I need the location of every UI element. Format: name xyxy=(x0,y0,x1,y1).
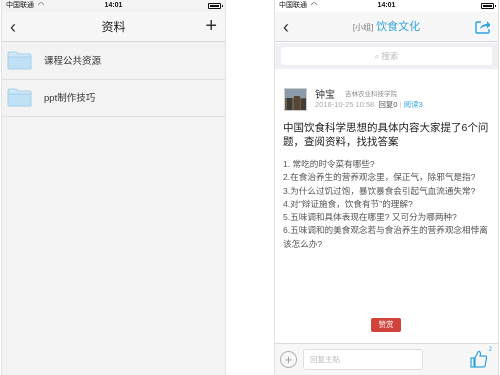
clock: 14:01 xyxy=(377,2,396,9)
nav-bar: ‹ 资料 + xyxy=(2,12,225,42)
divider xyxy=(2,116,225,117)
search-icon: ⌕ xyxy=(374,52,380,61)
file-name: 课程公共资源 xyxy=(44,56,102,67)
like-count: 2 xyxy=(488,347,492,353)
avatar-image xyxy=(285,89,306,110)
page-title: [小组] 饮食文化 xyxy=(315,12,458,43)
back-button[interactable]: ‹ xyxy=(10,16,16,38)
reply-input[interactable]: 回复主贴 xyxy=(303,349,423,370)
reply-count: 回复0 xyxy=(378,100,398,109)
post-title: 中国饮食科学思想的具体内容大家提了6个问题，查阅资料，找找答案 xyxy=(283,122,489,148)
author-school: 吉林农业科技学院 xyxy=(345,91,397,98)
share-icon[interactable] xyxy=(475,19,491,34)
reward-button[interactable]: 赞赏 xyxy=(371,318,401,332)
page-title: 资料 xyxy=(101,20,126,34)
post-meta: 2016-10-25 10:58 回复0 | 阅读3 xyxy=(315,100,423,109)
post-date: 2016-10-25 10:58 xyxy=(315,100,375,109)
question-item: 6.五味调和的美食观念若与食治养生的营养观念相悖离该怎么办? xyxy=(283,225,488,249)
group-tag: [小组] xyxy=(352,23,374,32)
nav-bar: ‹ [小组] 饮食文化 xyxy=(275,12,498,42)
post-body: 1. 常吃的时令菜有哪些? 2.在食治养生的营养观念里，保正气，除邪气是指? 3… xyxy=(283,158,488,251)
question-item: 2.在食治养生的营养观念里，保正气，除邪气是指? xyxy=(283,172,476,183)
status-bar: 中国联通 ◠ 14:01 xyxy=(2,0,225,12)
left-phone-screen: 中国联通 ◠ 14:01 ‹ 资料 + 课程公共资源 ppt制作技巧 xyxy=(1,0,226,375)
back-button[interactable]: ‹ xyxy=(283,16,289,38)
question-item: 5.五味调和具体表现在哪里? 又可分为哪两种? xyxy=(283,212,457,223)
question-item: 4.对"辩证施食，饮食有节"的理解? xyxy=(283,198,413,209)
battery-icon xyxy=(208,3,223,9)
read-count: 阅读3 xyxy=(403,100,423,109)
add-button[interactable]: + xyxy=(205,14,217,38)
thumbs-up-icon[interactable] xyxy=(470,350,488,368)
file-row[interactable]: 课程公共资源 xyxy=(2,43,225,80)
question-item: 3.为什么过饥过饱，暴饮暴食会引起气血流通失常? xyxy=(283,185,476,196)
right-phone-screen: 中国联通 ◠ 14:01 ‹ [小组] 饮食文化 ⌕ 搜索 钟宝 吉林农业科技学… xyxy=(274,0,499,375)
reply-bar: + 回复主贴 2 xyxy=(275,343,498,375)
clock: 14:01 xyxy=(104,2,123,9)
folder-icon xyxy=(7,88,32,107)
search-bar: ⌕ 搜索 xyxy=(275,43,498,69)
file-row[interactable]: ppt制作技巧 xyxy=(2,80,225,117)
search-placeholder: 搜索 xyxy=(381,51,399,61)
search-input[interactable]: ⌕ 搜索 xyxy=(281,47,492,65)
group-name: 饮食文化 xyxy=(376,21,421,33)
file-name: ppt制作技巧 xyxy=(44,93,96,104)
question-item: 1. 常吃的时令菜有哪些? xyxy=(283,159,375,169)
folder-icon xyxy=(7,51,32,70)
add-attachment-button[interactable]: + xyxy=(280,351,297,368)
battery-icon xyxy=(481,3,496,9)
avatar[interactable] xyxy=(284,88,307,111)
status-bar: 中国联通 ◠ 14:01 xyxy=(275,0,498,12)
